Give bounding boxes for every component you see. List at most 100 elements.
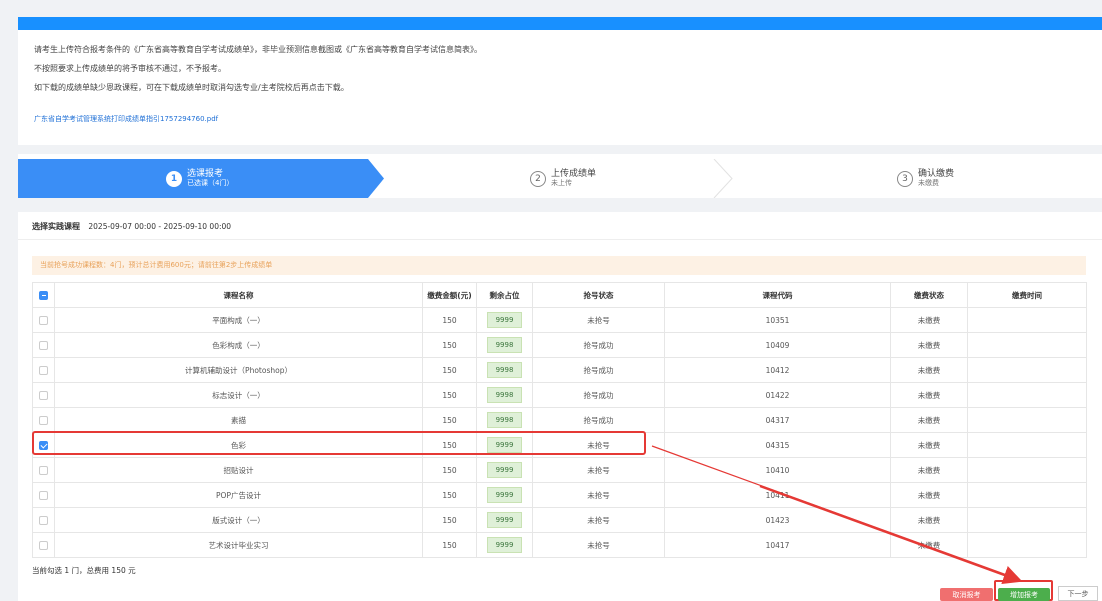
notice-line-3: 如下载的成绩单缺少恩政课程，可在下载成绩单时取消勾选专业/主考院校后再点击下载。: [34, 83, 349, 92]
table-header-row: 课程名称 缴费金额(元) 剩余占位 抢号状态 课程代码 缴费状态 缴费时间: [32, 282, 1087, 308]
row-checkbox-cell[interactable]: [32, 532, 55, 558]
fee-cell: 150: [422, 357, 477, 383]
fee-cell: 150: [422, 532, 477, 558]
seats-cell: 9999: [476, 457, 533, 483]
notice-line-1: 请考生上传符合报考条件的《广东省高等教育自学考试成绩单》，非毕业预测信息截图或《…: [34, 45, 482, 54]
row-checkbox[interactable]: [39, 340, 48, 350]
fee-cell: 150: [422, 482, 477, 508]
grab-status-cell: 抢号成功: [532, 357, 665, 383]
row-checkbox-cell[interactable]: [32, 332, 55, 358]
add-registration-button[interactable]: 增加报考: [998, 588, 1050, 601]
seats-cell: 9999: [476, 507, 533, 533]
row-checkbox[interactable]: [39, 415, 48, 425]
grab-status-cell: 未抢号: [532, 432, 665, 458]
pay-status-cell: 未缴费: [890, 432, 968, 458]
table-row[interactable]: 版式设计（一） 150 9999 未抢号 01423 未缴费: [32, 507, 1087, 533]
pay-status-cell: 未缴费: [890, 382, 968, 408]
step-1-title: 选课报考: [187, 169, 224, 179]
row-checkbox[interactable]: [39, 390, 48, 400]
row-checkbox-cell[interactable]: [32, 307, 55, 333]
step-3-confirm-payment[interactable]: 3 确认缴费 未缴费: [897, 159, 954, 198]
course-name-cell: 艺术设计毕业实习: [54, 532, 423, 558]
grab-status-cell: 未抢号: [532, 532, 665, 558]
table-row[interactable]: POP广告设计 150 9999 未抢号 10411 未缴费: [32, 482, 1087, 508]
row-checkbox[interactable]: [39, 515, 48, 525]
row-checkbox-cell[interactable]: [32, 357, 55, 383]
row-checkbox[interactable]: [39, 490, 48, 500]
pay-time-cell: [967, 332, 1087, 358]
row-checkbox[interactable]: [39, 465, 48, 475]
row-checkbox[interactable]: [39, 540, 48, 550]
seats-badge: 9999: [486, 537, 523, 553]
course-name-cell: 计算机辅助设计（Photoshop）: [54, 357, 423, 383]
course-name-cell: 招贴设计: [54, 457, 423, 483]
table-row[interactable]: 色彩构成（一） 150 9998 抢号成功 10409 未缴费: [32, 332, 1087, 358]
row-checkbox[interactable]: [39, 315, 48, 325]
grab-status-cell: 未抢号: [532, 307, 665, 333]
pay-time-cell: [967, 457, 1087, 483]
seats-cell: 9999: [476, 532, 533, 558]
row-checkbox[interactable]: [39, 440, 48, 450]
fee-cell: 150: [422, 457, 477, 483]
step-3-title: 确认缴费: [918, 169, 955, 179]
step-3-number: 3: [897, 170, 913, 187]
grab-status-cell: 抢号成功: [532, 382, 665, 408]
select-all-cell[interactable]: [32, 282, 55, 308]
course-code-cell: 10410: [664, 457, 891, 483]
pay-status-cell: 未缴费: [890, 482, 968, 508]
pay-status-cell: 未缴费: [890, 407, 968, 433]
course-name-cell: 色彩: [54, 432, 423, 458]
step-2-title: 上传成绩单: [551, 169, 597, 179]
course-name-cell: 版式设计（一）: [54, 507, 423, 533]
pay-time-cell: [967, 432, 1087, 458]
fee-cell: 150: [422, 507, 477, 533]
col-course-code: 课程代码: [664, 282, 891, 308]
seats-cell: 9998: [476, 332, 533, 358]
row-checkbox-cell[interactable]: [32, 507, 55, 533]
table-row[interactable]: 色彩 150 9999 未抢号 04315 未缴费: [32, 432, 1087, 458]
step-1-subtitle: 已选课（4门）: [187, 179, 234, 187]
row-checkbox-cell[interactable]: [32, 407, 55, 433]
table-row[interactable]: 招贴设计 150 9999 未抢号 10410 未缴费: [32, 457, 1087, 483]
seats-badge: 9998: [486, 387, 523, 403]
step-1-select-courses[interactable]: 1 选课报考 已选课（4门）: [166, 159, 233, 198]
table-row[interactable]: 平面构成（一） 150 9999 未抢号 10351 未缴费: [32, 307, 1087, 333]
step-1-number: 1: [166, 170, 182, 187]
next-step-button[interactable]: 下一步: [1058, 586, 1098, 601]
table-row[interactable]: 标志设计（一） 150 9998 抢号成功 01422 未缴费: [32, 382, 1087, 408]
course-code-cell: 04315: [664, 432, 891, 458]
panel-header: 选择实践课程 2025-09-07 00:00 - 2025-09-10 00:…: [18, 212, 1102, 240]
course-name-cell: 色彩构成（一）: [54, 332, 423, 358]
course-code-cell: 10351: [664, 307, 891, 333]
table-row[interactable]: 艺术设计毕业实习 150 9999 未抢号 10417 未缴费: [32, 532, 1087, 558]
cancel-registration-button[interactable]: 取消报考: [940, 588, 993, 601]
step-2-number: 2: [530, 170, 546, 187]
col-seats: 剩余占位: [476, 282, 533, 308]
pay-time-cell: [967, 307, 1087, 333]
table-row[interactable]: 计算机辅助设计（Photoshop） 150 9998 抢号成功 10412 未缴费: [32, 357, 1087, 383]
select-all-checkbox[interactable]: [39, 290, 48, 300]
course-name-cell: 素描: [54, 407, 423, 433]
pay-status-cell: 未缴费: [890, 532, 968, 558]
grab-status-cell: 抢号成功: [532, 407, 665, 433]
table-row[interactable]: 素描 150 9998 抢号成功 04317 未缴费: [32, 407, 1087, 433]
seats-badge: 9999: [486, 462, 523, 478]
warning-alert: 当前抢号成功课程数：4门，预计总计费用600元；请前往第2步上传成绩单: [32, 256, 1086, 275]
pay-time-cell: [967, 407, 1087, 433]
course-code-cell: 01423: [664, 507, 891, 533]
course-code-cell: 01422: [664, 382, 891, 408]
row-checkbox-cell[interactable]: [32, 432, 55, 458]
registration-period: 2025-09-07 00:00 - 2025-09-10 00:00: [88, 222, 232, 231]
row-checkbox-cell[interactable]: [32, 457, 55, 483]
course-code-cell: 10411: [664, 482, 891, 508]
step-2-upload-transcript[interactable]: 2 上传成绩单 未上传: [530, 159, 596, 198]
course-name-cell: 平面构成（一）: [54, 307, 423, 333]
pay-time-cell: [967, 532, 1087, 558]
seats-badge: 9998: [486, 337, 523, 353]
pay-status-cell: 未缴费: [890, 507, 968, 533]
row-checkbox-cell[interactable]: [32, 382, 55, 408]
guide-pdf-link[interactable]: 广东省自学考试管理系统打印成绩单指引1757294760.pdf: [34, 114, 1086, 124]
row-checkbox-cell[interactable]: [32, 482, 55, 508]
grab-status-cell: 未抢号: [532, 457, 665, 483]
row-checkbox[interactable]: [39, 365, 48, 375]
